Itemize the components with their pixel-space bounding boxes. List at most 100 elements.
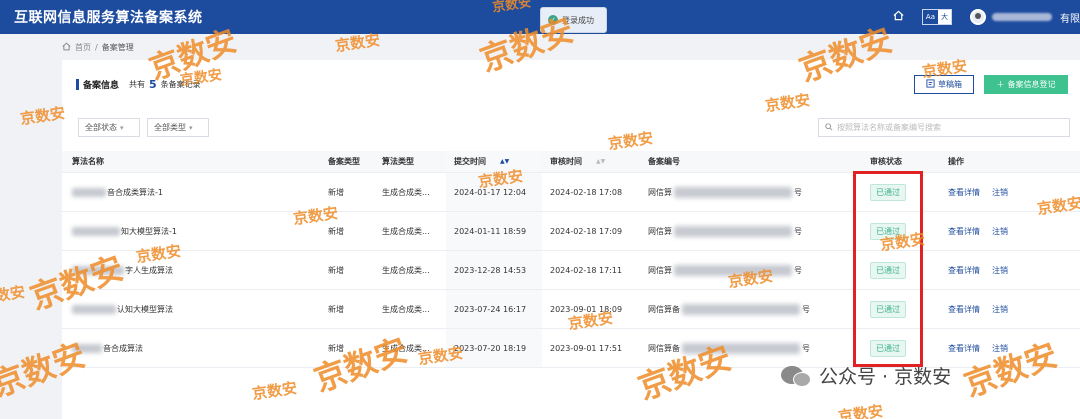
algo-name: 字人生成算法 [125,265,173,275]
record-count: 5 [149,78,157,91]
review-time-header-label: 审核时间 [550,157,582,166]
review-time-cell: 2023-09-01 18:09 [550,304,623,314]
view-detail-link[interactable]: 查看详情 [948,226,980,237]
reg-no-cell: 网信算备 号 [648,290,818,328]
cancel-filing-link[interactable]: 注销 [992,343,1008,354]
review-time-cell: 2023-09-01 17:51 [550,343,623,353]
sort-icon[interactable]: ▲▼ [596,158,605,165]
col-name-header: 算法名称 [72,157,104,166]
algo-name: 认知大模型算法 [117,304,173,314]
breadcrumb: 首页 / 备案管理 [62,42,134,53]
col-reg-no-header: 备案编号 [648,157,680,166]
redacted-text [682,303,800,315]
algo-type-cell: 生成合成类... [382,343,430,353]
redacted-text [72,265,124,275]
table-row: 认知大模型算法 新增 生成合成类... 2023-07-24 16:17 202… [62,290,1080,329]
filing-type-cell: 新增 [328,265,344,275]
redacted-text [72,343,102,353]
reg-no-prefix: 网信算 [648,187,672,197]
cancel-filing-link[interactable]: 注销 [992,187,1008,198]
register-filing-button[interactable]: ＋ 备案信息登记 [984,75,1068,94]
sort-icon[interactable]: ▲▼ [500,158,509,165]
wechat-brand: 公众号 · 京数安 [781,362,951,389]
view-detail-link[interactable]: 查看详情 [948,304,980,315]
table-header-row: 算法名称 备案类型 算法类型 提交时间 ▲▼ 审核时间 ▲▼ 备案编号 审核状态… [62,151,1080,173]
home-icon[interactable] [62,42,71,53]
app-title: 互联网信息服务算法备案系统 [14,10,203,26]
reg-no-suffix: 号 [794,265,802,275]
submit-time-cell: 2023-07-24 16:17 [446,290,542,328]
toast-text: 登录成功 [562,15,594,25]
check-icon: ✓ [548,15,558,25]
table-row: 知大模型算法-1 新增 生成合成类... 2024-01-11 18:59 20… [62,212,1080,251]
ops-cell: 查看详情 注销 [948,290,1048,328]
user-org: 有限 [1060,13,1080,25]
wechat-icon [781,364,813,388]
redacted-text [72,226,120,236]
cancel-filing-link[interactable]: 注销 [992,265,1008,276]
user-name-redacted [992,13,1052,21]
type-filter-select[interactable]: 全部类型 ▾ [147,118,209,137]
algo-name: 音合成算法 [103,343,143,353]
redacted-text [72,187,106,197]
status-filter-select[interactable]: 全部状态 ▾ [78,118,140,137]
breadcrumb-separator: / [95,43,98,52]
reg-no-prefix: 网信算 [648,226,672,236]
reg-no-suffix: 号 [802,343,810,353]
draft-box-button[interactable]: 草稿箱 [914,75,974,94]
table-row: 字人生成算法 新增 生成合成类... 2023-12-28 14:53 2024… [62,251,1080,290]
wechat-brand-text: 公众号 · 京数安 [819,366,952,388]
algo-name-cell: 音合成类算法-1 [72,173,312,211]
draft-icon [926,79,935,90]
reg-no-cell: 网信算 号 [648,212,818,250]
home-icon[interactable] [893,10,904,24]
reg-no-prefix: 网信算备 [648,304,680,314]
reg-no-prefix: 网信算 [648,265,672,275]
count-label: 共有 [129,80,146,89]
col-ops-header: 操作 [948,157,964,166]
view-detail-link[interactable]: 查看详情 [948,343,980,354]
draft-box-label: 草稿箱 [938,80,962,89]
chevron-down-icon: ▾ [120,123,124,132]
reg-no-suffix: 号 [802,304,810,314]
type-filter-value: 全部类型 [154,123,186,132]
reg-no-cell: 网信算 号 [648,173,818,211]
cancel-filing-link[interactable]: 注销 [992,304,1008,315]
col-review-time-header[interactable]: 审核时间 ▲▼ [544,151,640,172]
view-detail-link[interactable]: 查看详情 [948,187,980,198]
filing-type-cell: 新增 [328,187,344,197]
section-title: 备案信息 [83,81,120,91]
redacted-text [682,342,800,354]
review-time-cell: 2024-02-18 17:11 [550,265,623,275]
font-size-toggle[interactable]: Aa 大 [921,9,952,25]
submit-time-cell: 2024-01-17 12:04 [446,173,542,211]
filing-type-cell: 新增 [328,226,344,236]
review-time-cell: 2024-02-18 17:08 [550,187,623,197]
font-normal-option[interactable]: Aa [923,10,938,24]
redacted-text [72,304,116,314]
col-submit-time-header[interactable]: 提交时间 ▲▼ [446,151,542,172]
submit-time-header-label: 提交时间 [454,157,486,166]
algo-name-cell: 音合成算法 [72,329,312,367]
algo-type-cell: 生成合成类... [382,265,430,275]
algo-name: 知大模型算法-1 [121,226,177,236]
status-filter-value: 全部状态 [85,123,117,132]
section-marker [76,79,79,90]
search-input[interactable] [837,123,1037,132]
algo-name-cell: 认知大模型算法 [72,290,312,328]
register-filing-label: 备案信息登记 [1007,80,1056,89]
view-detail-link[interactable]: 查看详情 [948,265,980,276]
search-box [818,118,1070,137]
breadcrumb-home[interactable]: 首页 [75,42,91,53]
review-time-cell: 2024-02-18 17:09 [550,226,623,236]
top-right-tools: Aa 大 有限 [893,0,1080,34]
watermark: 京数安 [0,282,27,308]
table-row: 音合成类算法-1 新增 生成合成类... 2024-01-17 12:04 20… [62,173,1080,212]
status-highlight-box [853,171,923,367]
avatar[interactable] [970,9,986,25]
col-status-header: 审核状态 [870,157,902,166]
font-large-option[interactable]: 大 [938,10,951,24]
cancel-filing-link[interactable]: 注销 [992,226,1008,237]
plus-icon: ＋ [996,80,1005,89]
redacted-text [674,225,792,237]
